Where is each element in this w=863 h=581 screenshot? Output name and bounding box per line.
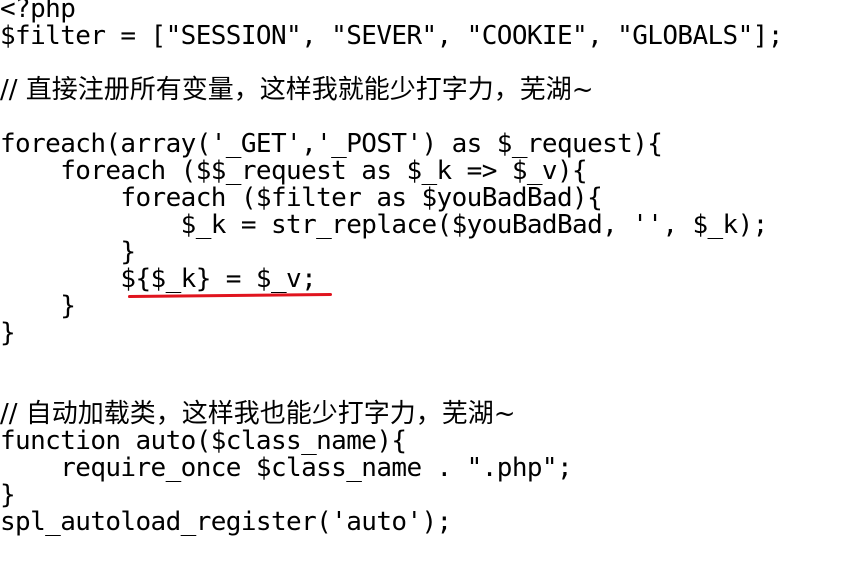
code-comment-register-vars: // 直接注册所有变量，这样我就能少打字力，芜湖~ xyxy=(0,75,594,105)
code-line-8: foreach ($filter as $youBadBad){ xyxy=(0,183,603,213)
code-line-10: } xyxy=(0,237,136,267)
code-line-2: $filter = ["SESSION", "SEVER", "COOKIE",… xyxy=(0,21,783,51)
code-line-17: function auto($class_name){ xyxy=(0,426,407,456)
code-line-variable-variable: ${$_k} = $_v; xyxy=(0,264,317,294)
code-line-1: <?php xyxy=(0,0,76,24)
code-line-6: foreach(array('_GET','_POST') as $_reque… xyxy=(0,129,663,159)
code-line-13: } xyxy=(0,318,16,348)
php-code-block: <?php $filter = ["SESSION", "SEVER", "CO… xyxy=(0,0,863,536)
code-line-19: } xyxy=(0,480,16,510)
code-line-20: spl_autoload_register('auto'); xyxy=(0,507,452,537)
code-line-9: $_k = str_replace($youBadBad, '', $_k); xyxy=(0,210,769,240)
code-line-18: require_once $class_name . ".php"; xyxy=(0,453,573,483)
code-comment-autoload: // 自动加载类，这样我也能少打字力，芜湖~ xyxy=(0,399,516,429)
code-line-7: foreach ($$_request as $_k => $_v){ xyxy=(0,156,588,186)
